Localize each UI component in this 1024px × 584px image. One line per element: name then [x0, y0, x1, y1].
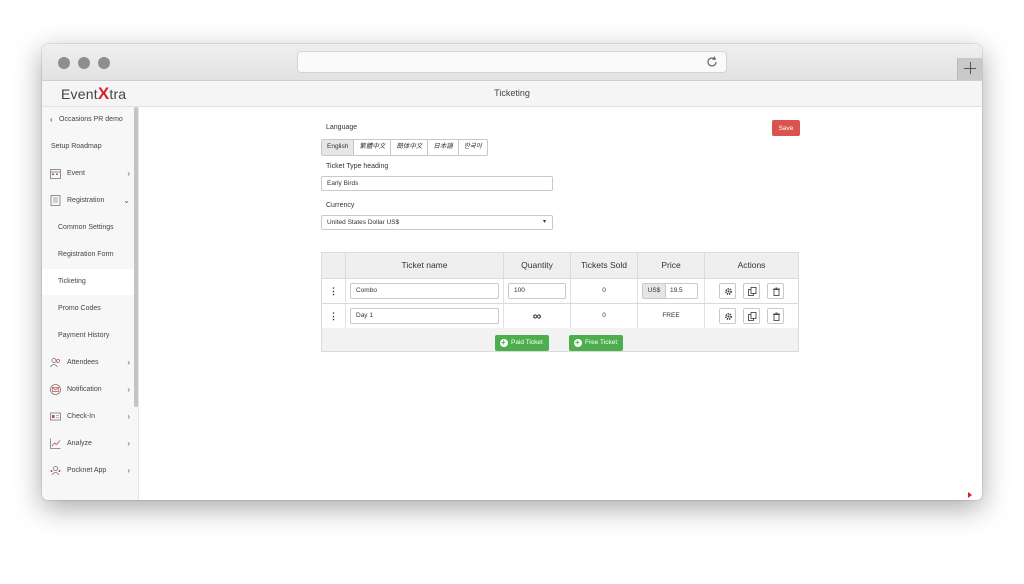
column-header-actions: Actions	[705, 253, 798, 278]
copy-icon	[748, 287, 757, 296]
app-people-icon	[50, 466, 61, 476]
sidebar-item-event[interactable]: Event ›	[42, 161, 138, 187]
delete-button[interactable]	[767, 283, 784, 299]
chevron-right-icon: ›	[127, 412, 130, 421]
save-button[interactable]: Save	[772, 120, 800, 136]
sidebar-item-payment-history[interactable]: Payment History	[42, 323, 138, 349]
tickets-sold-value: 0	[571, 279, 638, 303]
sidebar-item-notification[interactable]: Notification ›	[42, 377, 138, 403]
reload-icon[interactable]	[704, 54, 720, 70]
sidebar-item-registration[interactable]: Registration ⌄	[42, 188, 138, 214]
page-title: Ticketing	[494, 88, 530, 98]
new-tab-button[interactable]	[957, 58, 982, 80]
sidebar-item-check-in[interactable]: Check-In ›	[42, 404, 138, 430]
close-window-button[interactable]	[58, 57, 70, 69]
chevron-down-icon: ⌄	[123, 196, 130, 205]
people-icon	[50, 358, 60, 368]
sidebar-item-pocknet-app[interactable]: Pocknet App ›	[42, 458, 138, 484]
ticket-name-input[interactable]: Combo	[350, 283, 499, 299]
currency-label: Currency	[326, 202, 355, 209]
duplicate-button[interactable]	[743, 308, 760, 324]
browser-titlebar	[42, 44, 982, 81]
settings-button[interactable]	[719, 308, 736, 324]
sidebar-scrollbar[interactable]	[134, 107, 138, 407]
column-header-ticket-name: Ticket name	[346, 253, 504, 278]
trash-icon	[773, 287, 780, 296]
dropdown-caret-icon: ▾	[542, 219, 546, 225]
id-card-icon	[50, 412, 61, 421]
app-header: EventXtra Ticketing	[42, 81, 982, 107]
price-input[interactable]: 19.5	[666, 283, 698, 299]
ticket-type-heading-label: Ticket Type heading	[326, 163, 389, 170]
sidebar: ‹ Occasions PR demo Setup Roadmap Event …	[42, 107, 139, 500]
settings-button[interactable]	[719, 283, 736, 299]
sidebar-item-registration-form[interactable]: Registration Form	[42, 242, 138, 268]
chevron-right-icon: ›	[127, 169, 130, 178]
calendar-icon	[50, 169, 61, 179]
column-header-quantity: Quantity	[504, 253, 571, 278]
envelope-icon	[50, 384, 61, 395]
language-tabs: English 繁體中文 簡体中文 日本語 한국어	[321, 139, 488, 156]
drag-handle-icon[interactable]: ⋮	[322, 304, 346, 328]
chevron-right-icon: ›	[127, 358, 130, 367]
add-paid-ticket-button[interactable]: Paid Ticket	[495, 335, 549, 351]
chevron-right-icon: ›	[127, 466, 130, 475]
zoom-window-button[interactable]	[98, 57, 110, 69]
column-header-price: Price	[638, 253, 705, 278]
trash-icon	[773, 312, 780, 321]
plus-circle-icon	[500, 335, 508, 351]
copy-icon	[748, 312, 757, 321]
language-label: Language	[326, 124, 358, 131]
quantity-unlimited-infinity-icon: ∞	[504, 304, 571, 328]
address-bar[interactable]	[297, 51, 727, 73]
language-tab-korean[interactable]: 한국어	[459, 140, 487, 155]
sidebar-back-link[interactable]: ‹ Occasions PR demo	[42, 107, 138, 133]
sidebar-item-attendees[interactable]: Attendees ›	[42, 350, 138, 376]
main-content: Save Language English 繁體中文 簡体中文 日本語 한국어 …	[139, 107, 982, 500]
ticket-type-heading-input[interactable]: Early Birds	[321, 176, 553, 191]
sidebar-item-setup-roadmap[interactable]: Setup Roadmap	[42, 134, 138, 160]
price-currency-prefix: US$	[642, 283, 666, 299]
column-header-tickets-sold: Tickets Sold	[571, 253, 638, 278]
ticket-name-input[interactable]: Day 1	[350, 308, 499, 324]
chevron-left-icon: ‹	[50, 115, 53, 124]
sidebar-item-analyze[interactable]: Analyze ›	[42, 431, 138, 457]
tickets-table: Ticket name Quantity Tickets Sold Price …	[321, 252, 799, 352]
add-free-ticket-button[interactable]: Free Ticket	[569, 335, 624, 351]
minimize-window-button[interactable]	[78, 57, 90, 69]
drag-handle-icon[interactable]: ⋮	[322, 279, 346, 303]
language-tab-simplified-chinese[interactable]: 簡体中文	[391, 140, 429, 155]
gear-icon	[725, 288, 732, 295]
table-row: ⋮ Day 1 ∞ 0 FREE	[322, 303, 798, 328]
browser-window: EventXtra Ticketing ‹ Occasions PR demo …	[42, 44, 982, 500]
quantity-input[interactable]: 100	[508, 283, 566, 299]
chart-icon	[50, 438, 61, 449]
table-row: ⋮ Combo 100 0 US$ 19.5	[322, 278, 798, 303]
drag-column-header	[322, 253, 346, 278]
chevron-right-icon: ›	[127, 385, 130, 394]
sidebar-item-ticketing[interactable]: Ticketing	[42, 269, 138, 295]
tickets-sold-value: 0	[571, 304, 638, 328]
language-tab-traditional-chinese[interactable]: 繁體中文	[354, 140, 392, 155]
currency-select[interactable]: United States Dollar US$ ▾	[321, 215, 553, 230]
price-value: FREE	[638, 304, 705, 328]
language-tab-japanese[interactable]: 日本語	[428, 140, 459, 155]
language-tab-english[interactable]: English	[322, 140, 355, 155]
chevron-right-icon: ›	[127, 439, 130, 448]
corner-indicator-icon	[968, 492, 972, 498]
sidebar-item-promo-codes[interactable]: Promo Codes	[42, 296, 138, 322]
duplicate-button[interactable]	[743, 283, 760, 299]
delete-button[interactable]	[767, 308, 784, 324]
gear-icon	[725, 313, 732, 320]
form-icon	[50, 195, 61, 206]
plus-circle-icon	[574, 335, 582, 351]
sidebar-item-common-settings[interactable]: Common Settings	[42, 215, 138, 241]
